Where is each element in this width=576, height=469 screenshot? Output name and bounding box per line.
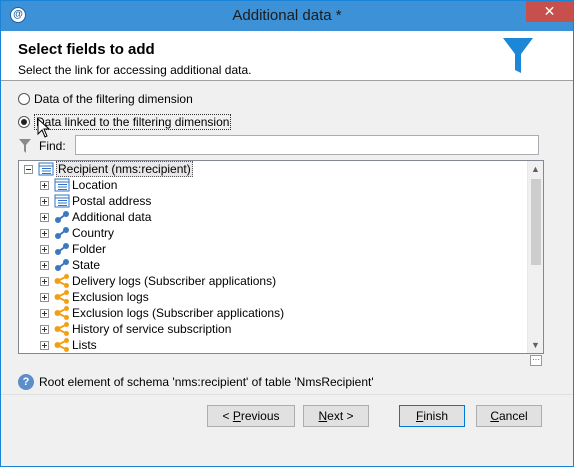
tree-item-label: Exclusion logs: [72, 290, 149, 304]
link-icon: [55, 211, 69, 223]
tree-item-label: Folder: [72, 242, 107, 256]
tree-footer-bar: ···: [18, 354, 544, 367]
tree-item-label: Additional data: [72, 210, 152, 224]
option-label: Data linked to the filtering dimension: [34, 114, 232, 130]
collection-link-icon: [54, 290, 69, 304]
expand-icon[interactable]: [40, 180, 49, 190]
finish-button[interactable]: Finish: [399, 405, 465, 427]
expand-icon[interactable]: [40, 324, 49, 334]
tree-item[interactable]: History of service subscription: [40, 321, 231, 337]
table-icon: [54, 194, 70, 208]
tree-root-label: Recipient (nms:recipient): [56, 161, 193, 177]
page-subtitle: Select the link for accessing additional…: [18, 63, 252, 77]
expand-icon[interactable]: [40, 340, 49, 350]
info-row: ? Root element of schema 'nms:recipient'…: [18, 373, 374, 391]
previous-button[interactable]: < Previous: [207, 405, 295, 427]
expand-icon[interactable]: [40, 244, 49, 254]
link-icon: [55, 259, 69, 271]
tree-item[interactable]: Exclusion logs (Subscriber applications): [40, 305, 284, 321]
tree-item-label: History of service subscription: [72, 322, 232, 336]
tree-item-label: Postal address: [72, 194, 152, 208]
scroll-down-icon[interactable]: ▼: [528, 337, 543, 353]
link-icon: [55, 243, 69, 255]
find-row: Find:: [19, 136, 72, 156]
wizard-header: Select fields to add Select the link for…: [1, 31, 573, 81]
table-icon: [54, 178, 70, 192]
expand-icon[interactable]: [40, 292, 49, 302]
more-options-button[interactable]: ···: [530, 355, 542, 366]
collection-link-icon: [54, 306, 69, 320]
funnel-icon: [503, 38, 533, 73]
scroll-up-icon[interactable]: ▲: [528, 161, 543, 177]
tree-item[interactable]: Additional data: [40, 209, 151, 225]
radio-linked-dimension[interactable]: [18, 116, 30, 128]
footer-divider: [1, 394, 573, 395]
expand-icon[interactable]: [40, 228, 49, 238]
table-icon: [38, 162, 54, 176]
expand-icon[interactable]: [40, 212, 49, 222]
scroll-thumb[interactable]: [531, 179, 541, 265]
option-label: Data of the filtering dimension: [34, 92, 193, 106]
cancel-button[interactable]: Cancel: [476, 405, 542, 427]
help-icon: ?: [18, 374, 34, 390]
page-title: Select fields to add: [18, 41, 155, 58]
collection-link-icon: [54, 274, 69, 288]
close-button[interactable]: ✕: [526, 1, 573, 22]
window-title: Additional data *: [232, 7, 342, 24]
tree-item[interactable]: Location: [40, 177, 117, 193]
tree-item-label: Delivery logs (Subscriber applications): [72, 274, 277, 288]
link-icon: [55, 227, 69, 239]
tree-item[interactable]: Postal address: [40, 193, 151, 209]
tree-item[interactable]: Lists: [40, 337, 97, 353]
expand-icon[interactable]: [40, 308, 49, 318]
info-text: Root element of schema 'nms:recipient' o…: [39, 375, 374, 389]
tree-item-label: Exclusion logs (Subscriber applications): [72, 306, 285, 320]
tree-item[interactable]: Exclusion logs: [40, 289, 149, 305]
filter-icon: [19, 139, 31, 153]
tree-item-label: Lists: [72, 338, 97, 352]
radio-filtering-dimension[interactable]: [18, 93, 30, 105]
option-filtering-dimension[interactable]: Data of the filtering dimension: [18, 90, 193, 108]
find-label: Find:: [39, 139, 66, 153]
collection-link-icon: [54, 322, 69, 336]
expand-icon[interactable]: [40, 260, 49, 270]
tree-item-label: State: [72, 258, 101, 272]
field-tree[interactable]: Recipient (nms:recipient) Location Postal…: [18, 160, 544, 354]
dialog-window: @ Additional data * ✕ Select fields to a…: [0, 0, 574, 467]
tree-item[interactable]: Delivery logs (Subscriber applications): [40, 273, 276, 289]
mouse-cursor-icon: [37, 118, 51, 138]
expand-icon[interactable]: [40, 276, 49, 286]
tree-item[interactable]: Country: [40, 225, 114, 241]
title-bar[interactable]: @ Additional data * ✕: [1, 1, 573, 31]
collection-link-icon: [54, 338, 69, 352]
collapse-icon[interactable]: [24, 164, 33, 174]
tree-item[interactable]: State: [40, 257, 100, 273]
tree-root[interactable]: Recipient (nms:recipient): [24, 161, 193, 177]
tree-item-label: Location: [72, 178, 118, 192]
tree-item[interactable]: Folder: [40, 241, 106, 257]
expand-icon[interactable]: [40, 196, 49, 206]
vertical-scrollbar[interactable]: ▲ ▼: [527, 161, 543, 353]
next-button[interactable]: Next >: [303, 405, 369, 427]
tree-item-label: Country: [72, 226, 115, 240]
find-input[interactable]: [75, 135, 539, 155]
